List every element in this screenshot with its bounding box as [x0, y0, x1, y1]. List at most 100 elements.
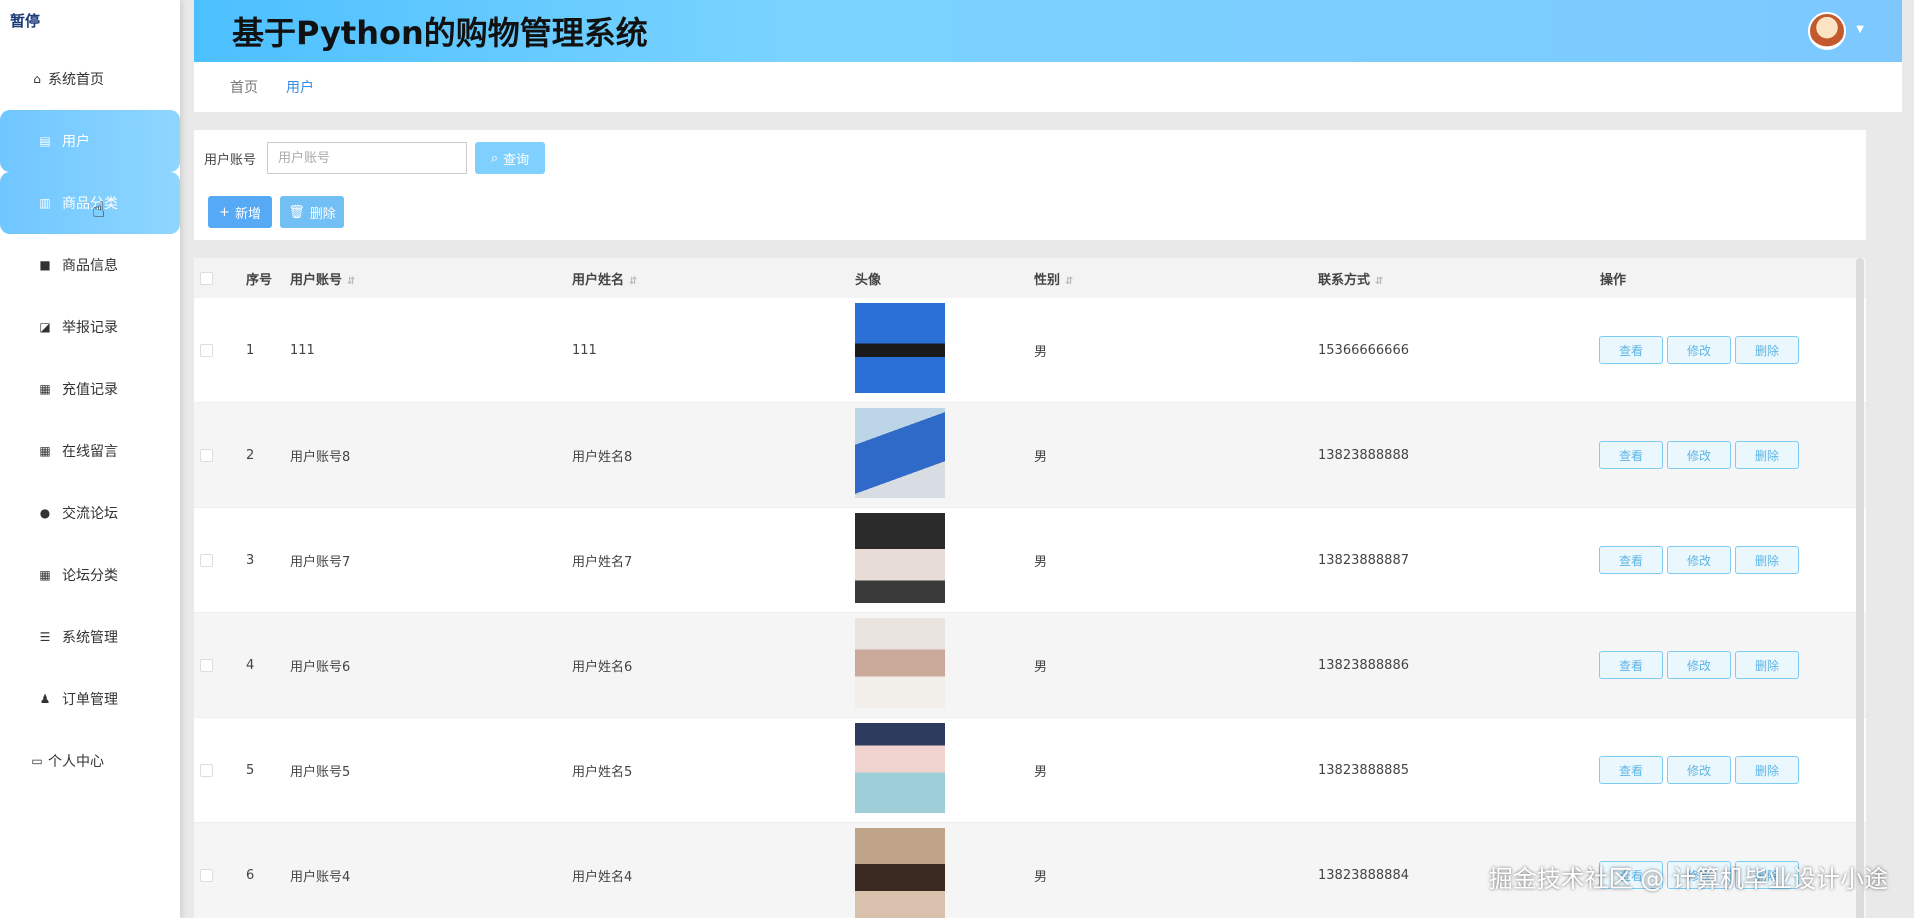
sidebar-item-users[interactable]: ▤ 用户: [0, 110, 180, 172]
row-delete-button[interactable]: 删除: [1735, 336, 1799, 364]
breadcrumb-home[interactable]: 首页: [230, 77, 258, 97]
row-delete-button[interactable]: 删除: [1735, 441, 1799, 469]
sidebar-item-profile[interactable]: ▭ 个人中心: [0, 730, 180, 792]
cell-name: 用户姓名4: [572, 869, 633, 885]
cell-contact: 13823888885: [1318, 762, 1409, 778]
cell-account: 111: [290, 342, 315, 358]
header-contact[interactable]: 联系方式 ⇵: [1318, 269, 1383, 288]
cell-gender: 男: [1034, 449, 1048, 465]
user-avatar[interactable]: [1808, 12, 1846, 50]
sidebar-item-label: 系统首页: [48, 72, 104, 88]
search-label: 用户账号: [204, 153, 257, 168]
cell-gender: 男: [1034, 554, 1048, 570]
sidebar-item-forum-category[interactable]: ▦ 论坛分类: [0, 544, 180, 606]
sidebar-item-label: 个人中心: [48, 754, 104, 770]
sidebar-item-recharge[interactable]: ▦ 充值记录: [0, 358, 180, 420]
row-checkbox[interactable]: [200, 343, 213, 357]
header-account[interactable]: 用户账号 ⇵: [290, 269, 355, 288]
avatar-image: [855, 723, 945, 813]
sidebar-item-label: 订单管理: [62, 692, 118, 708]
table-row: 1 111 111 男 15366666666 查看 修改 删除: [194, 298, 1866, 403]
edit-button[interactable]: 修改: [1667, 651, 1731, 679]
cell-index: 4: [246, 657, 255, 673]
search-input[interactable]: [267, 142, 467, 174]
sidebar-item-system[interactable]: ☰ 系统管理: [0, 606, 180, 668]
sidebar-item-product-category[interactable]: ▥ 商品分类: [0, 172, 180, 234]
avatar-image: [855, 828, 945, 918]
search-icon: ⌕: [490, 150, 499, 166]
header-account-label: 用户账号: [290, 272, 343, 288]
header-name[interactable]: 用户姓名 ⇵: [572, 269, 637, 288]
view-button[interactable]: 查看: [1599, 546, 1663, 574]
list-icon: ☰: [39, 630, 51, 644]
line-chart-icon: ◪: [39, 320, 51, 334]
view-button[interactable]: 查看: [1599, 336, 1663, 364]
cell-name: 用户姓名8: [572, 449, 633, 465]
sort-icon[interactable]: ⇵: [629, 276, 637, 287]
row-delete-button[interactable]: 删除: [1735, 756, 1799, 784]
cell-name: 111: [572, 342, 597, 358]
sort-icon[interactable]: ⇵: [1065, 276, 1073, 287]
sidebar-item-forum[interactable]: ● 交流论坛: [0, 482, 180, 544]
sidebar-item-orders[interactable]: ♟ 订单管理: [0, 668, 180, 730]
cell-index: 2: [246, 447, 255, 463]
edit-button[interactable]: 修改: [1667, 441, 1731, 469]
avatar-image: [855, 618, 945, 708]
row-checkbox[interactable]: [200, 763, 213, 777]
row-delete-button[interactable]: 删除: [1735, 546, 1799, 574]
edit-button[interactable]: 修改: [1667, 756, 1731, 784]
calendar-icon: ▭: [31, 754, 43, 768]
sidebar-item-label: 商品信息: [62, 258, 118, 274]
sidebar-item-home[interactable]: ⌂ 系统首页: [0, 48, 180, 110]
header-avatar: 头像: [855, 272, 882, 288]
location-icon: ●: [39, 506, 51, 520]
sort-icon[interactable]: ⇵: [1375, 276, 1383, 287]
edit-button[interactable]: 修改: [1667, 336, 1731, 364]
search-button[interactable]: ⌕ 查询: [475, 142, 545, 174]
grid-icon: ▦: [39, 568, 51, 582]
cell-name: 用户姓名7: [572, 554, 633, 570]
row-checkbox[interactable]: [200, 868, 213, 882]
cell-contact: 13823888887: [1318, 552, 1409, 568]
row-delete-button[interactable]: 删除: [1735, 651, 1799, 679]
row-checkbox[interactable]: [200, 448, 213, 462]
avatar-image: [855, 513, 945, 603]
header-gender[interactable]: 性别 ⇵: [1034, 269, 1073, 288]
grid-icon: ▦: [39, 382, 51, 396]
view-button[interactable]: 查看: [1599, 651, 1663, 679]
delete-button[interactable]: 🗑 删除: [280, 196, 344, 228]
sidebar: 暂停 ⌂ 系统首页 ▤ 用户 ▥ 商品分类 ■ 商品信息 ◪ 举报记录 ▦ 充值…: [0, 0, 180, 918]
cell-gender: 男: [1034, 764, 1048, 780]
add-button[interactable]: + 新增: [208, 196, 272, 228]
sidebar-item-product-info[interactable]: ■ 商品信息: [0, 234, 180, 296]
sidebar-item-reports[interactable]: ◪ 举报记录: [0, 296, 180, 358]
row-checkbox[interactable]: [200, 658, 213, 672]
cell-gender: 男: [1034, 659, 1048, 675]
trash-icon: 🗑: [288, 204, 305, 220]
cell-contact: 13823888884: [1318, 867, 1409, 883]
table-row: 3 用户账号7 用户姓名7 男 13823888887 查看 修改 删除: [194, 508, 1866, 613]
sort-icon[interactable]: ⇵: [347, 276, 355, 287]
top-header: 基于Python的购物管理系统 ▼: [194, 0, 1902, 62]
edit-button[interactable]: 修改: [1667, 546, 1731, 574]
view-button[interactable]: 查看: [1599, 756, 1663, 784]
cell-account: 用户账号5: [290, 764, 351, 780]
view-button[interactable]: 查看: [1599, 441, 1663, 469]
sidebar-item-messages[interactable]: ▦ 在线留言: [0, 420, 180, 482]
breadcrumb-current: 用户: [286, 80, 314, 96]
chevron-down-icon[interactable]: ▼: [1856, 24, 1864, 35]
select-all-checkbox[interactable]: [200, 271, 213, 285]
row-checkbox[interactable]: [200, 553, 213, 567]
sidebar-item-label: 商品分类: [62, 196, 118, 212]
watermark: 掘金技术社区 @ 计算机毕业设计小途: [1488, 865, 1888, 893]
search-panel: 用户账号 ⌕ 查询 + 新增 🗑 删除: [194, 130, 1866, 240]
header-contact-label: 联系方式: [1318, 272, 1371, 288]
table-body: 1 111 111 男 15366666666 查看 修改 删除 2 用户账号8…: [194, 298, 1866, 918]
scrollbar[interactable]: [1856, 258, 1864, 918]
cell-gender: 男: [1034, 344, 1048, 360]
sidebar-item-label: 充值记录: [62, 382, 118, 398]
mouse-cursor-icon: ☝: [92, 198, 106, 223]
table-header: 序号 用户账号 ⇵ 用户姓名 ⇵ 头像 性别 ⇵ 联系方式 ⇵ 操作: [194, 258, 1866, 298]
sidebar-item-label: 举报记录: [62, 320, 118, 336]
cell-name: 用户姓名5: [572, 764, 633, 780]
